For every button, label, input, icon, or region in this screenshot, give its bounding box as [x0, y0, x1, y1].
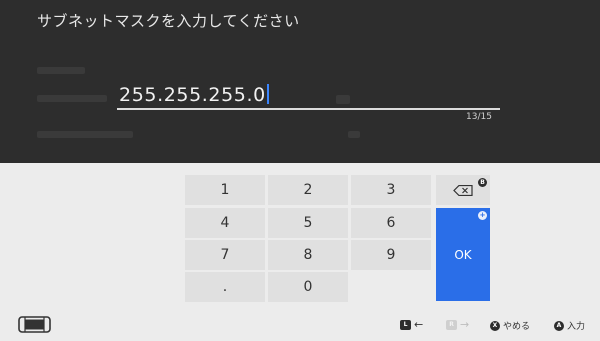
backspace-icon: [453, 184, 473, 196]
background-setting-row: [37, 67, 85, 74]
key-1[interactable]: 1: [185, 175, 265, 205]
arrow-right-icon: →: [460, 318, 470, 331]
arrow-left-icon: ←: [414, 318, 424, 331]
button-guide-bar: L ← R → X やめる A 入力: [0, 311, 600, 341]
cancel-label: やめる: [503, 322, 531, 332]
backspace-button[interactable]: B: [436, 175, 490, 205]
cancel-hint[interactable]: X やめる: [490, 319, 530, 332]
r-button-icon: R: [446, 319, 457, 330]
text-caret: [266, 84, 269, 104]
cursor-right-hint: R →: [446, 319, 469, 330]
l-button-icon: L: [400, 319, 411, 330]
subnet-mask-input[interactable]: 255.255.255.0: [117, 84, 500, 110]
input-underline: [117, 108, 500, 110]
b-button-icon: B: [478, 178, 487, 187]
key-period[interactable]: .: [185, 272, 265, 302]
background-setting-row: [37, 95, 107, 102]
plus-button-icon: +: [478, 211, 487, 220]
key-5[interactable]: 5: [268, 208, 348, 238]
ok-label: OK: [454, 247, 472, 262]
handheld-console-icon: [18, 316, 51, 337]
key-6[interactable]: 6: [351, 208, 431, 238]
subnet-mask-value: 255.255.255.0: [119, 84, 269, 106]
x-button-icon: X: [490, 320, 500, 331]
cursor-left-hint[interactable]: L ←: [400, 319, 423, 330]
ok-button[interactable]: OK +: [436, 208, 490, 301]
key-9[interactable]: 9: [351, 240, 431, 270]
key-8[interactable]: 8: [268, 240, 348, 270]
prompt-title: サブネットマスクを入力してください: [37, 12, 300, 30]
key-7[interactable]: 7: [185, 240, 265, 270]
confirm-label: 入力: [567, 322, 586, 332]
key-4[interactable]: 4: [185, 208, 265, 238]
input-panel: サブネットマスクを入力してください 255.255.255.0 13/15: [0, 0, 600, 163]
key-0[interactable]: 0: [268, 272, 348, 302]
background-setting-row: [37, 131, 133, 138]
confirm-hint[interactable]: A 入力: [554, 319, 585, 332]
background-setting-value: [348, 131, 360, 138]
key-3[interactable]: 3: [351, 175, 431, 205]
a-button-icon: A: [554, 320, 564, 331]
key-2[interactable]: 2: [268, 175, 348, 205]
character-count: 13/15: [466, 112, 492, 122]
